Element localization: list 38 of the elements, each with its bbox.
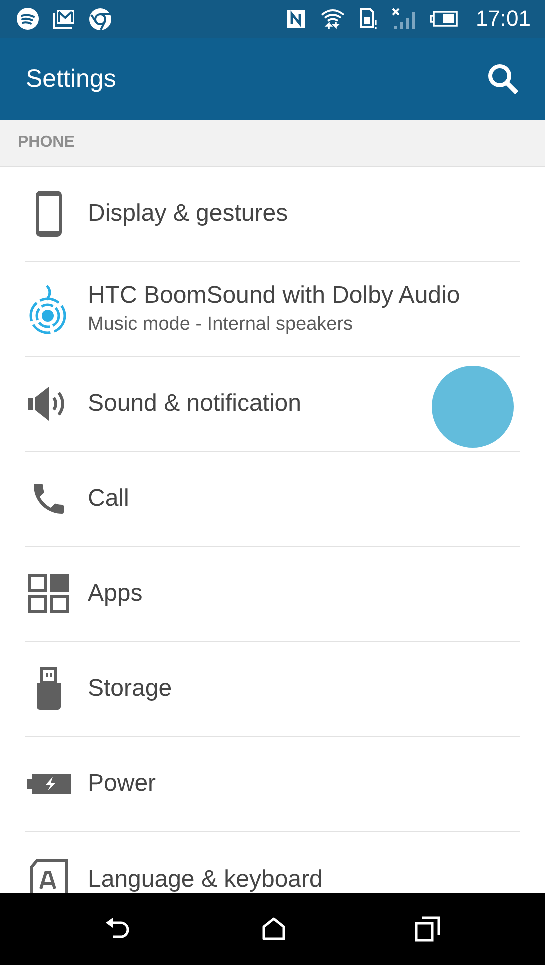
nfc-icon — [286, 9, 306, 29]
item-title: Display & gestures — [88, 200, 288, 228]
mail-icon — [53, 9, 75, 29]
phone-icon — [36, 191, 62, 237]
item-title: Call — [88, 485, 130, 513]
signal-icon — [392, 8, 416, 30]
clock: 17:01 — [476, 6, 531, 32]
settings-item[interactable]: Display & gestures — [25, 167, 520, 262]
search-icon — [487, 63, 519, 95]
item-title: Language & keyboard — [88, 866, 323, 893]
item-title: Storage — [88, 675, 172, 703]
app-title: Settings — [26, 64, 116, 94]
item-title: Apps — [88, 580, 143, 608]
section-header: PHONE — [0, 120, 545, 167]
sound-waves-icon — [29, 284, 69, 334]
settings-item[interactable]: HTC BoomSound with Dolby Audio Music mode - Internal speakers — [25, 262, 520, 357]
search-button[interactable] — [487, 63, 519, 95]
keyboard-letter-icon — [29, 858, 69, 893]
sim-card-icon — [360, 8, 378, 30]
settings-item[interactable]: Apps — [25, 547, 520, 642]
home-icon — [262, 917, 286, 941]
battery-icon — [430, 11, 458, 27]
item-title: Power — [88, 770, 156, 798]
usb-drive-icon — [36, 667, 62, 711]
battery-charging-icon — [26, 773, 72, 795]
settings-item[interactable]: Power — [25, 737, 520, 832]
wifi-icon — [320, 7, 346, 31]
settings-item[interactable]: Call — [25, 452, 520, 547]
grid-icon — [28, 574, 70, 614]
music-app-icon — [17, 8, 39, 30]
browser-icon — [89, 8, 112, 30]
item-subtitle: Music mode - Internal speakers — [88, 314, 354, 336]
settings-item[interactable]: Storage — [25, 642, 520, 737]
recent-apps-icon — [414, 916, 440, 942]
settings-item[interactable]: Sound & notification — [25, 357, 520, 452]
item-title: HTC BoomSound with Dolby Audio — [88, 282, 460, 310]
settings-item[interactable]: Language & keyboard — [25, 832, 520, 893]
item-title: Sound & notification — [88, 390, 302, 418]
